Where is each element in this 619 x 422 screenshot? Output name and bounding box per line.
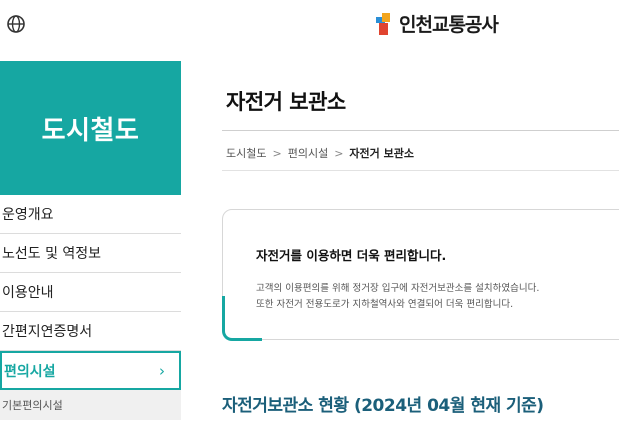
sidebar-subitem-basic-facilities[interactable]: 기본편의시설 — [0, 390, 181, 420]
globe-icon[interactable] — [6, 14, 26, 34]
breadcrumb-current: 자전거 보관소 — [349, 147, 414, 160]
breadcrumb-item[interactable]: 도시철도 — [226, 145, 266, 161]
notice-text-line: 또한 자전거 전용도로가 지하철역사와 연결되어 더욱 편리합니다. — [256, 299, 514, 310]
chevron-right-icon: › — [159, 362, 165, 380]
section-title: 자전거보관소 현황 (2024년 04월 현재 기준) — [222, 396, 544, 416]
sidebar-item-label: 간편지연증명서 — [2, 324, 93, 340]
sidebar-item-facilities[interactable]: 편의시설 › — [0, 351, 181, 390]
chevron-right-icon: > — [272, 146, 282, 160]
notice-box — [222, 209, 619, 340]
notice-text-line: 고객의 이용편의를 위해 정거장 입구에 자전거보관소를 설치하였습니다. — [256, 283, 540, 294]
notice-title: 자전거를 이용하면 더욱 편리합니다. — [256, 248, 447, 263]
top-header: 인천교통공사 — [0, 0, 619, 52]
sidebar-item-label: 이용안내 — [2, 285, 54, 301]
sidebar-item-label: 노선도 및 역정보 — [2, 246, 102, 262]
sidebar-item-label: 편의시설 — [4, 363, 56, 380]
sidebar-item-delay-certificate[interactable]: 간편지연증명서 — [0, 312, 181, 351]
breadcrumb-divider — [222, 170, 619, 171]
title-divider — [222, 130, 619, 131]
chevron-right-icon: > — [334, 146, 344, 160]
logo-mark-icon — [376, 12, 390, 35]
logo-text: 인천교통공사 — [399, 14, 499, 36]
sidebar-item-label: 운영개요 — [2, 207, 54, 223]
sidebar-header: 도시철도 — [0, 61, 181, 195]
breadcrumb: 도시철도 > 편의시설 > 자전거 보관소 — [226, 145, 414, 161]
sidebar-subitem-label: 기본편의시설 — [2, 399, 63, 412]
sidebar-title: 도시철도 — [41, 115, 140, 146]
sidebar-item-usage-guide[interactable]: 이용안내 — [0, 273, 181, 312]
site-logo[interactable]: 인천교통공사 — [376, 10, 499, 37]
sidebar-item-route-map[interactable]: 노선도 및 역정보 — [0, 234, 181, 273]
sidebar-item-operation-overview[interactable]: 운영개요 — [0, 195, 181, 234]
page-title: 자전거 보관소 — [226, 90, 346, 114]
sidebar-menu: 운영개요 노선도 및 역정보 이용안내 간편지연증명서 편의시설 › 기본편의시… — [0, 195, 181, 420]
breadcrumb-item[interactable]: 편의시설 — [288, 145, 328, 161]
